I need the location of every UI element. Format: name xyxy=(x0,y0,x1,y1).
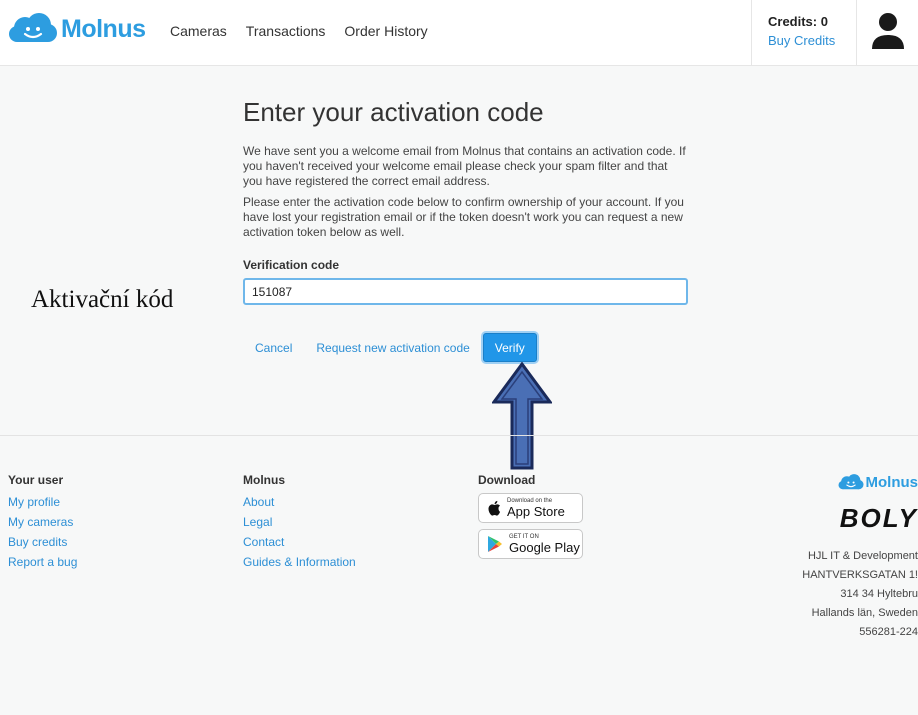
footer-link-about[interactable]: About xyxy=(243,492,356,512)
google-play-big-text: Google Play xyxy=(509,540,580,555)
molnus-logo[interactable]: Molnus xyxy=(8,12,146,46)
verify-button[interactable]: Verify xyxy=(482,333,537,362)
footer-divider xyxy=(0,435,918,436)
page-title: Enter your activation code xyxy=(243,97,544,127)
credits-box: Credits: 0 Buy Credits xyxy=(751,0,857,66)
footer-link-buy-credits[interactable]: Buy credits xyxy=(8,532,77,552)
form-actions: Cancel Request new activation code Verif… xyxy=(238,333,537,362)
annotation-label: Aktivační kód xyxy=(31,286,174,313)
footer-link-guides[interactable]: Guides & Information xyxy=(243,552,356,572)
footer-heading-molnus: Molnus xyxy=(243,473,285,487)
address-line-1: HJL IT & Development xyxy=(807,550,918,562)
credits-label: Credits: 0 xyxy=(768,14,828,29)
top-header: Molnus Cameras Transactions Order Histor… xyxy=(0,0,918,66)
buy-credits-link[interactable]: Buy Credits xyxy=(768,33,835,48)
nav-order-history[interactable]: Order History xyxy=(344,23,427,39)
activation-form: Enter your activation code We have sent … xyxy=(243,97,693,305)
footer-heading-your-user: Your user xyxy=(8,473,64,487)
nav-cameras[interactable]: Cameras xyxy=(170,23,227,39)
google-play-icon xyxy=(488,536,502,552)
verification-code-input[interactable] xyxy=(243,278,688,305)
footer-link-my-profile[interactable]: My profile xyxy=(8,492,77,512)
user-avatar-icon[interactable] xyxy=(870,12,906,50)
verification-code-label: Verification code xyxy=(243,258,340,272)
logo-text: Molnus xyxy=(61,14,146,43)
footer-link-report-bug[interactable]: Report a bug xyxy=(8,552,77,572)
footer-link-my-cameras[interactable]: My cameras xyxy=(8,512,77,532)
small-cloud-logo-icon xyxy=(838,474,863,490)
apple-icon xyxy=(488,500,501,516)
cloud-logo-icon xyxy=(9,13,57,42)
address-line-2: HANTVERKSGATAN 1! xyxy=(802,569,918,581)
address-line-4: Hallands län, Sweden xyxy=(811,607,918,619)
footer-link-legal[interactable]: Legal xyxy=(243,512,356,532)
nav-transactions[interactable]: Transactions xyxy=(246,23,326,39)
footer-download: Download Download on the App Store GET I… xyxy=(478,473,583,559)
footer-molnus: Molnus About Legal Contact Guides & Info… xyxy=(243,473,356,572)
app-store-text: Download on the App Store xyxy=(507,498,565,518)
cancel-button[interactable]: Cancel xyxy=(255,341,292,355)
app-store-big-text: App Store xyxy=(507,504,565,519)
footer-molnus-logo-text: Molnus xyxy=(865,474,918,491)
annotation-up-arrow-icon xyxy=(492,362,552,470)
main-nav: Cameras Transactions Order History xyxy=(170,23,447,39)
address-line-5: 556281-224 xyxy=(859,626,918,638)
instructions-paragraph-1: We have sent you a welcome email from Mo… xyxy=(243,144,686,188)
app-store-button[interactable]: Download on the App Store xyxy=(478,493,583,523)
footer-your-user: Your user My profile My cameras Buy cred… xyxy=(8,473,77,572)
address-line-3: 314 34 Hyltebru xyxy=(840,588,918,600)
company-address: HJL IT & Development HANTVERKSGATAN 1! 3… xyxy=(802,547,918,642)
google-play-text: GET IT ON Google Play xyxy=(509,534,580,554)
footer-link-contact[interactable]: Contact xyxy=(243,532,356,552)
boly-logo: BOLY xyxy=(839,503,918,533)
google-play-button[interactable]: GET IT ON Google Play xyxy=(478,529,583,559)
footer-molnus-logo: Molnus xyxy=(838,473,918,492)
instructions-paragraph-2: Please enter the activation code below t… xyxy=(243,195,684,239)
request-new-code-button[interactable]: Request new activation code xyxy=(316,341,469,355)
footer-heading-download: Download xyxy=(478,473,536,487)
